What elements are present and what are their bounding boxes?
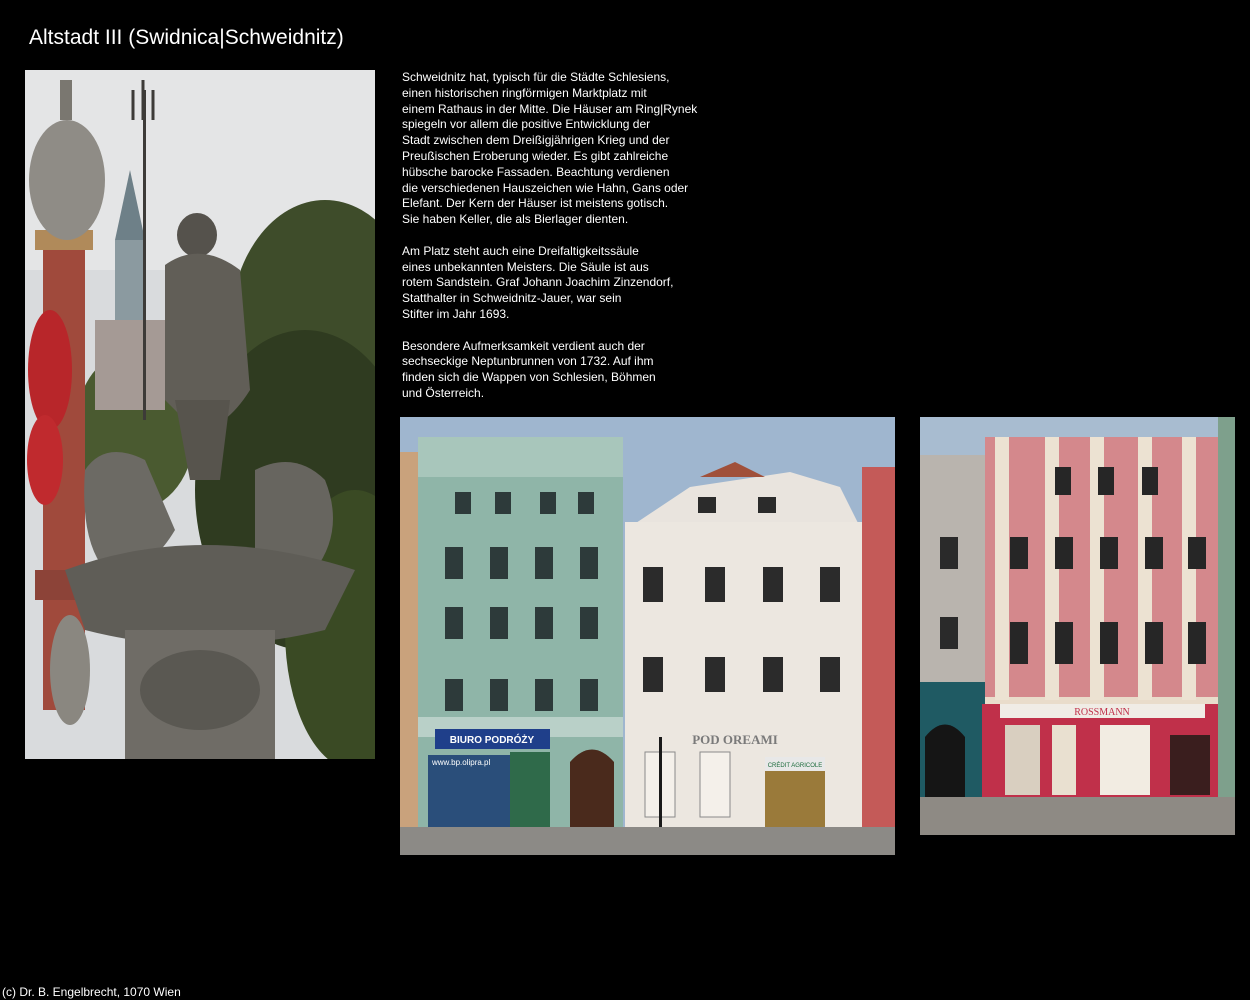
neptune-fountain-photo[interactable] [25, 70, 375, 759]
text-line: Sie haben Keller, die als Bierlager dien… [402, 212, 629, 227]
travel-agency-sign: BIURO PODRÓŻY [450, 733, 535, 746]
text-line: Stadt zwischen dem Dreißigjährigen Krieg… [402, 133, 670, 148]
neptune-fountain-image [25, 70, 375, 759]
text-line: Elefant. Der Kern der Häuser ist meisten… [402, 196, 669, 211]
description-text: Schweidnitz hat, typisch für die Städte … [402, 70, 722, 418]
text-line: Preußischen Eroberung wieder. Es gibt za… [402, 148, 669, 163]
text-line: eines unbekannten Meisters. Die Säule is… [402, 259, 649, 274]
bank-sign: CRÉDIT AGRICOLE [768, 762, 823, 769]
text-line: spiegeln vor allem die positive Entwickl… [402, 117, 651, 132]
market-houses-photo[interactable]: BIURO PODRÓŻY www.bp.olipra.pl POD OREAM… [400, 417, 895, 855]
text-line: die verschiedenen Hauszeichen wie Hahn, … [402, 180, 689, 195]
house-name-sign: POD OREAMI [692, 732, 778, 747]
rossmann-house-image: ROSSMANN [920, 417, 1235, 835]
store-sign: ROSSMANN [1074, 707, 1130, 718]
text-line: finden sich die Wappen von Schlesien, Bö… [402, 370, 656, 385]
travel-agency-web: www.bp.olipra.pl [431, 758, 490, 767]
page-title: Altstadt III (Swidnica|Schweidnitz) [29, 26, 344, 49]
description-paragraph: Besondere Aufmerksamkeit verdient auch d… [402, 339, 722, 402]
text-line: Am Platz steht auch eine Dreifaltigkeits… [402, 243, 639, 258]
text-line: Statthalter in Schweidnitz-Jauer, war se… [402, 291, 622, 306]
text-line: hübsche barocke Fassaden. Beachtung verd… [402, 164, 670, 179]
copyright-credit: (c) Dr. B. Engelbrecht, 1070 Wien [2, 985, 181, 999]
description-paragraph: Am Platz steht auch eine Dreifaltigkeits… [402, 244, 722, 323]
rossmann-house-photo[interactable]: ROSSMANN [920, 417, 1235, 835]
text-line: einen historischen ringförmigen Marktpla… [402, 85, 647, 100]
text-line: Schweidnitz hat, typisch für die Städte … [402, 70, 670, 84]
description-paragraph: Schweidnitz hat, typisch für die Städte … [402, 70, 722, 228]
text-line: sechseckige Neptunbrunnen von 1732. Auf … [402, 354, 654, 369]
text-line: und Österreich. [402, 385, 485, 400]
market-houses-image: BIURO PODRÓŻY www.bp.olipra.pl POD OREAM… [400, 417, 895, 855]
text-line: rotem Sandstein. Graf Johann Joachim Zin… [402, 275, 674, 290]
text-line: Besondere Aufmerksamkeit verdient auch d… [402, 338, 645, 353]
text-line: einem Rathaus in der Mitte. Die Häuser a… [402, 101, 698, 116]
text-line: Stifter im Jahr 1693. [402, 306, 510, 321]
